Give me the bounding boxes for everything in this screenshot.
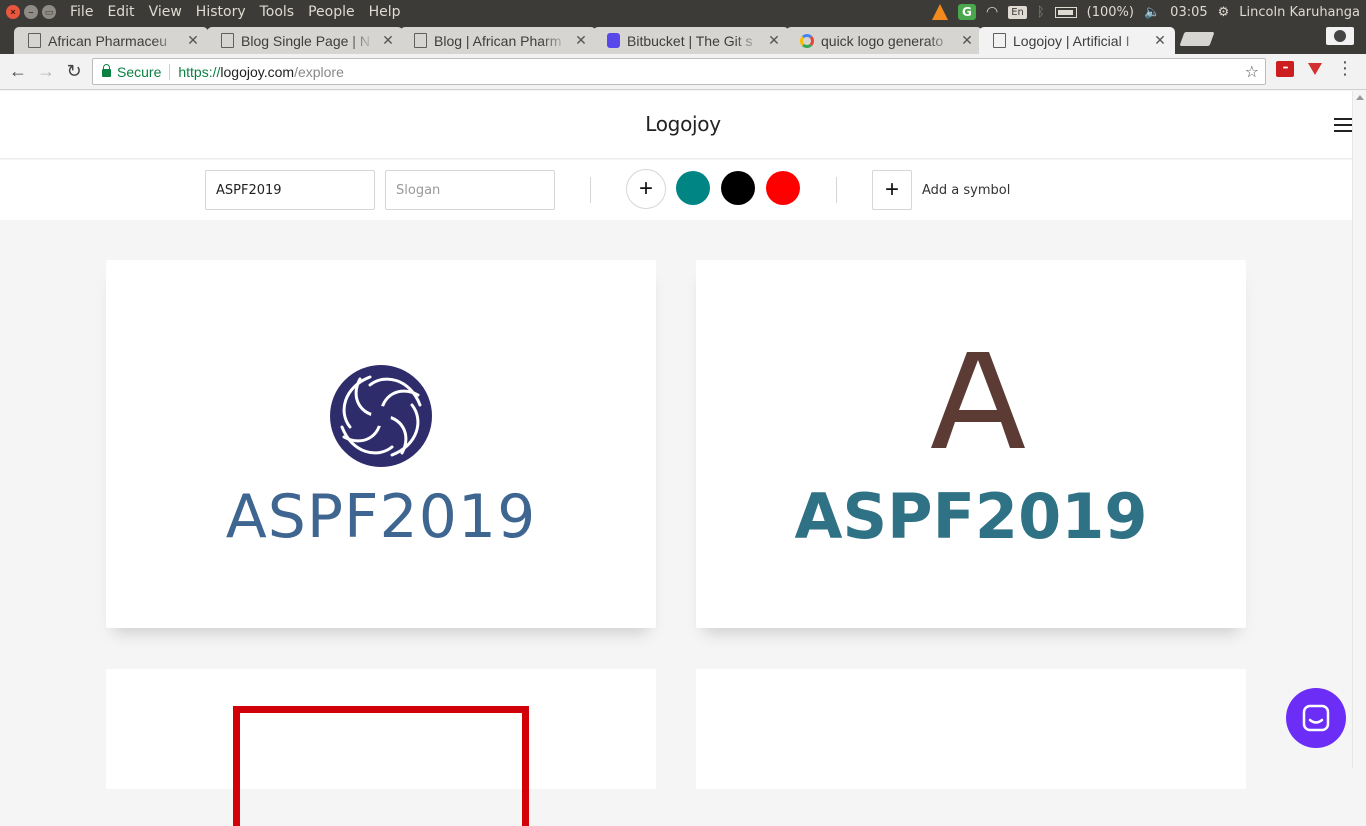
plus-icon: + — [638, 175, 653, 202]
divider — [169, 63, 171, 80]
logo-wordmark: ASPF2019 — [794, 480, 1148, 553]
bluetooth-icon[interactable]: ᛒ — [1037, 5, 1045, 20]
divider — [836, 177, 837, 203]
add-symbol-label[interactable]: Add a symbol — [922, 183, 1010, 198]
app-menu-bar: File Edit View History Tools People Help — [70, 4, 401, 20]
close-icon[interactable]: ✕ — [381, 32, 395, 49]
back-arrow-icon[interactable]: ← — [4, 58, 32, 86]
tab-title: African Pharmaceu — [48, 32, 168, 49]
os-top-bar: × – ▭ File Edit View History Tools Peopl… — [0, 0, 1366, 24]
lastpass-icon[interactable]: ••• — [1276, 60, 1294, 77]
window-controls: × – ▭ — [6, 5, 56, 19]
new-tab-button[interactable] — [1179, 32, 1215, 46]
plus-icon: + — [884, 176, 899, 203]
browser-tab[interactable]: Bitbucket | The Git s ✕ — [593, 27, 789, 54]
menu-edit[interactable]: Edit — [107, 4, 134, 20]
divider — [590, 177, 591, 203]
wifi-icon[interactable]: ◠ — [986, 4, 998, 20]
page-icon — [221, 33, 234, 48]
menu-people[interactable]: People — [308, 4, 355, 20]
tab-title: Blog Single Page | N — [241, 32, 370, 49]
bitbucket-icon — [607, 33, 620, 48]
slogan-input[interactable]: Slogan — [385, 170, 555, 210]
grammarly-icon[interactable]: G — [957, 4, 976, 20]
logo-wordmark: ASPF2019 — [225, 482, 537, 552]
color-swatch[interactable] — [676, 171, 710, 205]
browser-tab[interactable]: Blog | African Pharm ✕ — [400, 27, 596, 54]
window-minimize-button[interactable]: – — [24, 5, 38, 19]
page-icon — [993, 33, 1006, 48]
user-name[interactable]: Lincoln Karuhanga — [1239, 5, 1360, 20]
browser-tab[interactable]: African Pharmaceu ✕ — [14, 27, 208, 54]
logo-card[interactable]: ASPF2019 — [106, 260, 656, 628]
url-path[interactable]: /explore — [294, 64, 344, 80]
menu-view[interactable]: View — [149, 4, 182, 20]
letter-a-symbol-icon — [931, 352, 1025, 448]
url-protocol[interactable]: https:// — [178, 64, 220, 80]
close-icon[interactable]: ✕ — [960, 32, 974, 49]
volume-icon[interactable]: 🔈 — [1144, 5, 1160, 20]
scroll-up-icon[interactable] — [1355, 95, 1364, 100]
gear-icon[interactable]: ⚙ — [1218, 5, 1230, 20]
chat-icon — [1302, 704, 1330, 732]
company-name-input[interactable]: ASPF2019 — [205, 170, 375, 210]
window-close-button[interactable]: × — [6, 5, 20, 19]
browser-tab[interactable]: Blog Single Page | N ✕ — [207, 27, 403, 54]
battery-icon[interactable] — [1054, 6, 1077, 18]
logo-card[interactable] — [696, 669, 1246, 789]
browser-tab-active[interactable]: Logojoy | Artificial I ✕ — [979, 27, 1175, 54]
browser-toolbar: ← → ↻ Secure https:// logojoy.com /explo… — [0, 54, 1366, 90]
lock-icon[interactable] — [102, 63, 111, 77]
page-icon — [28, 33, 41, 48]
browser-tab[interactable]: quick logo generato ✕ — [786, 27, 982, 54]
google-icon — [800, 33, 814, 48]
bookmark-star-icon[interactable]: ☆ — [1245, 62, 1259, 82]
window-maximize-button[interactable]: ▭ — [42, 5, 56, 19]
logo-frame-shape — [233, 706, 529, 826]
browser-tab-strip: African Pharmaceu ✕ Blog Single Page | N… — [0, 24, 1366, 54]
secure-label[interactable]: Secure — [117, 64, 161, 80]
close-icon[interactable]: ✕ — [767, 32, 781, 49]
menu-tools[interactable]: Tools — [260, 4, 295, 20]
forward-arrow-icon[interactable]: → — [32, 58, 60, 86]
color-swatch[interactable] — [766, 171, 800, 205]
user-icon — [1334, 30, 1346, 42]
chat-launcher-button[interactable] — [1286, 688, 1346, 748]
battery-percent: (100%) — [1086, 4, 1134, 20]
extension-icons: ••• ⋮ — [1276, 58, 1366, 79]
color-swatch[interactable] — [721, 171, 755, 205]
add-color-button[interactable]: + — [626, 169, 666, 209]
page-scrollbar[interactable] — [1352, 91, 1366, 768]
url-host[interactable]: logojoy.com — [220, 64, 294, 80]
add-symbol-button[interactable]: + — [872, 170, 912, 210]
system-tray: G ◠ En ᛒ (100%) 🔈 03:05 ⚙ Lincoln Karuha… — [931, 0, 1360, 24]
site-logo[interactable]: Logojoy — [0, 112, 1366, 136]
close-icon[interactable]: ✕ — [186, 32, 200, 49]
profile-button[interactable] — [1326, 27, 1354, 45]
download-arrow-icon[interactable] — [1308, 62, 1322, 75]
tab-title: Blog | African Pharm — [434, 32, 562, 49]
page-icon — [414, 33, 427, 48]
tab-title: Logojoy | Artificial I — [1013, 32, 1130, 49]
menu-file[interactable]: File — [70, 4, 93, 20]
reload-icon[interactable]: ↻ — [60, 58, 88, 86]
close-icon[interactable]: ✕ — [1153, 32, 1167, 49]
close-icon[interactable]: ✕ — [574, 32, 588, 49]
kebab-menu-icon[interactable]: ⋮ — [1336, 58, 1354, 79]
keyboard-layout-indicator[interactable]: En — [1008, 5, 1027, 19]
vlc-icon[interactable] — [931, 4, 948, 20]
tab-title: Bitbucket | The Git s — [627, 32, 753, 49]
menu-history[interactable]: History — [196, 4, 246, 20]
clock[interactable]: 03:05 — [1170, 5, 1207, 20]
site-header: Logojoy — [0, 91, 1352, 159]
tab-title: quick logo generato — [821, 32, 944, 49]
address-bar[interactable]: Secure https:// logojoy.com /explore ☆ — [92, 58, 1266, 85]
swirl-symbol-icon — [330, 365, 432, 467]
menu-help[interactable]: Help — [369, 4, 401, 20]
logo-controls-bar: ASPF2019 Slogan + + Add a symbol — [0, 160, 1352, 220]
logo-card[interactable]: ASPF2019 — [696, 260, 1246, 628]
logo-card[interactable] — [106, 669, 656, 826]
hamburger-menu-icon[interactable] — [1334, 118, 1352, 136]
